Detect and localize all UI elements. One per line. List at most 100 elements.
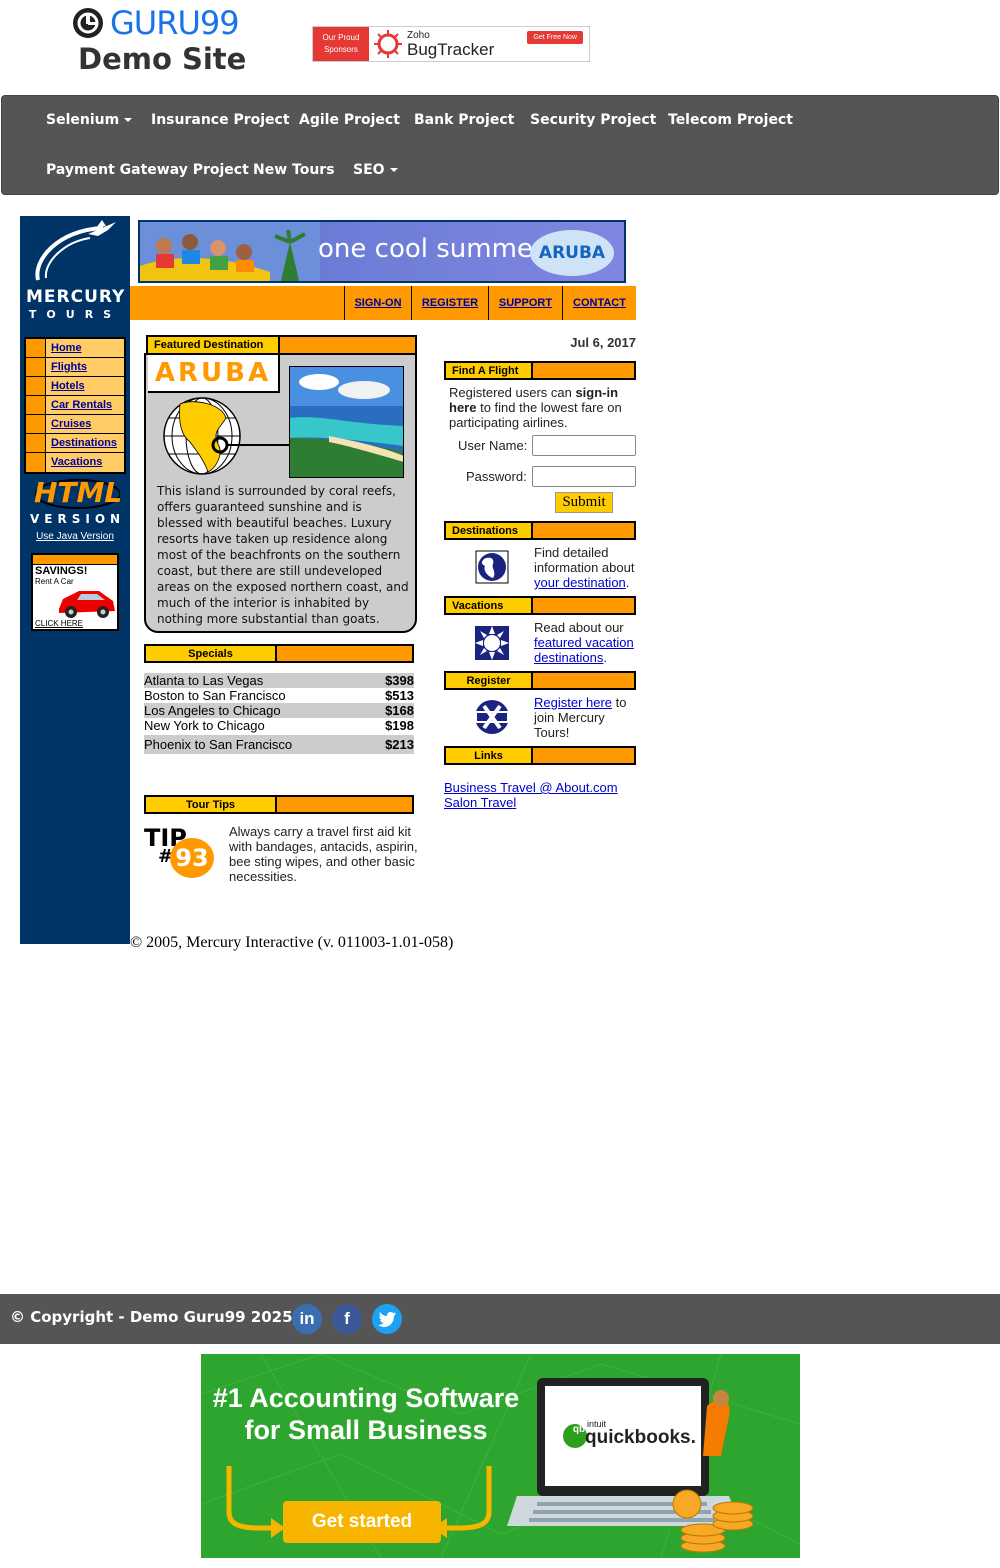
salon-travel-link[interactable]: Salon Travel: [444, 795, 516, 810]
savings-click-here[interactable]: CLICK HERE: [35, 619, 83, 628]
tour-tips-title: Tour Tips: [146, 797, 277, 812]
sign-on-link[interactable]: SIGN-ON: [354, 297, 401, 309]
register-link[interactable]: REGISTER: [422, 297, 478, 309]
side-menu-item-cruises[interactable]: Cruises: [26, 415, 124, 434]
side-menu-item-flights[interactable]: Flights: [26, 358, 124, 377]
links-list: Business Travel @ About.com Salon Travel: [444, 780, 644, 810]
nav-insurance-project[interactable]: Insurance Project: [151, 112, 290, 128]
featured-destination-title: Featured Destination: [148, 337, 280, 353]
nav-new-tours[interactable]: New Tours: [253, 162, 335, 178]
laptop-icon: [507, 1378, 754, 1553]
sponsor-label: Our Proud Sponsors: [313, 27, 369, 61]
your-destination-link[interactable]: your destination: [534, 575, 626, 590]
register-title: Register: [446, 673, 533, 688]
summer-banner: one cool summer ARUBA: [138, 220, 626, 283]
featured-destination-description: This island is surrounded by coral reefs…: [157, 484, 409, 626]
destinations-text: Find detailed information about your des…: [534, 545, 635, 590]
business-travel-link[interactable]: Business Travel @ About.com: [444, 780, 618, 795]
specials-row: Phoenix to San Francisco $213: [144, 735, 414, 754]
side-menu-link-hotels[interactable]: Hotels: [46, 377, 85, 395]
password-label: Password:: [466, 469, 527, 484]
side-menu-item-car-rentals[interactable]: Car Rentals: [26, 396, 124, 415]
savings-ad[interactable]: SAVINGS! Rent A Car CLICK HERE: [31, 553, 119, 631]
mercury-logo-text: MERCURY: [26, 287, 126, 307]
featured-destination-header: Featured Destination: [146, 335, 417, 355]
submit-button[interactable]: Submit: [555, 492, 613, 513]
support-link[interactable]: SUPPORT: [499, 297, 552, 309]
username-input[interactable]: [532, 435, 636, 456]
footer-copyright: © Copyright - Demo Guru99 2025: [10, 1308, 293, 1326]
version-label: VERSION: [30, 512, 126, 526]
ad-headline-1: #1 Accounting Software: [212, 1383, 520, 1413]
side-menu-item-vacations[interactable]: Vacations: [26, 453, 124, 472]
nav-bank-project[interactable]: Bank Project: [414, 112, 514, 128]
mercury-logo-subtext: TOURS: [28, 308, 122, 321]
facebook-icon[interactable]: f: [332, 1304, 362, 1334]
guru99-logo-icon: [73, 8, 103, 38]
aruba-beach-photo-image: [289, 366, 404, 478]
vacations-title: Vacations: [446, 598, 533, 613]
sponsor-banner[interactable]: Our Proud Sponsors Zoho BugTracker Get F…: [312, 26, 590, 62]
side-menu-item-hotels[interactable]: Hotels: [26, 377, 124, 396]
bug-icon: [374, 30, 402, 58]
nav-telecom-project[interactable]: Telecom Project: [668, 112, 793, 128]
side-menu-link-destinations[interactable]: Destinations: [46, 434, 117, 452]
tour-tip-text: Always carry a travel first aid kit with…: [229, 824, 418, 884]
side-menu-link-home[interactable]: Home: [46, 339, 82, 357]
ad-brand: quickbooks.: [585, 1427, 696, 1448]
html-version-badge: HTML VERSION: [30, 476, 126, 527]
destinations-header: Destinations: [444, 521, 636, 540]
banner-headline: one cool summer: [318, 234, 544, 264]
side-menu-link-flights[interactable]: Flights: [46, 358, 87, 376]
site-subtitle: Demo Site: [78, 42, 247, 76]
register-text: Register here to join Mercury Tours!: [534, 695, 627, 740]
password-input[interactable]: [532, 466, 636, 487]
vacations-text: Read about our featured vacation destina…: [534, 620, 634, 665]
side-menu-link-vacations[interactable]: Vacations: [46, 453, 102, 472]
html-version-label: HTML: [34, 476, 123, 509]
chevron-down-icon: [124, 118, 133, 122]
twitter-bird-icon: [378, 1312, 396, 1327]
get-started-button[interactable]: Get started: [283, 1501, 441, 1543]
nav-selenium[interactable]: Selenium: [46, 112, 133, 128]
java-version-link[interactable]: Use Java Version: [20, 531, 130, 542]
featured-vacation-link[interactable]: featured vacation destinations: [534, 635, 634, 665]
linkedin-icon[interactable]: in: [292, 1304, 322, 1334]
nav-payment-gateway-project[interactable]: Payment Gateway Project: [46, 162, 249, 178]
side-menu-item-destinations[interactable]: Destinations: [26, 434, 124, 453]
side-menu-link-car-rentals[interactable]: Car Rentals: [46, 396, 112, 414]
logo-text: GURU99: [110, 4, 240, 42]
register-badge-icon: [475, 700, 509, 734]
username-label: User Name:: [458, 438, 528, 453]
twitter-icon[interactable]: t: [372, 1304, 402, 1334]
specials-row: Atlanta to Las Vegas $398: [144, 673, 414, 688]
nav-agile-project[interactable]: Agile Project: [299, 112, 400, 128]
nav-security-project[interactable]: Security Project: [530, 112, 656, 128]
aruba-title-box: ARUBA: [148, 355, 280, 393]
side-menu-link-cruises[interactable]: Cruises: [46, 415, 91, 433]
register-header: Register: [444, 671, 636, 690]
chevron-down-icon: [389, 168, 398, 172]
quickbooks-ad[interactable]: #1 Accounting Software for Small Busines…: [201, 1354, 800, 1558]
contact-link[interactable]: CONTACT: [573, 297, 626, 309]
specials-row: Los Angeles to Chicago $168: [144, 703, 414, 718]
nav-seo[interactable]: SEO: [353, 162, 398, 178]
specials-title: Specials: [146, 646, 277, 661]
specials-header: Specials: [144, 644, 414, 663]
side-menu-item-home[interactable]: Home: [26, 339, 124, 358]
tour-tips-header: Tour Tips: [144, 795, 414, 814]
current-date: Jul 6, 2017: [570, 335, 636, 350]
links-title: Links: [446, 748, 533, 763]
guru99-logo[interactable]: GURU99: [72, 4, 240, 42]
mercury-plane-logo-icon: [35, 220, 116, 281]
sponsor-cta-button[interactable]: Get Free Now: [527, 31, 583, 44]
globe-icon: [163, 397, 292, 475]
mercury-copyright: © 2005, Mercury Interactive (v. 011003-1…: [130, 934, 454, 951]
aruba-logo: ARUBA: [530, 230, 614, 276]
sun-icon: [475, 626, 509, 660]
top-links-strip: SIGN-ON REGISTER SUPPORT CONTACT: [130, 286, 636, 320]
register-here-link[interactable]: Register here: [534, 695, 612, 710]
raft-photo-image: [140, 222, 320, 281]
find-flight-title: Find A Flight: [446, 363, 533, 378]
tip-number-badge: TIP # 93: [144, 826, 216, 880]
